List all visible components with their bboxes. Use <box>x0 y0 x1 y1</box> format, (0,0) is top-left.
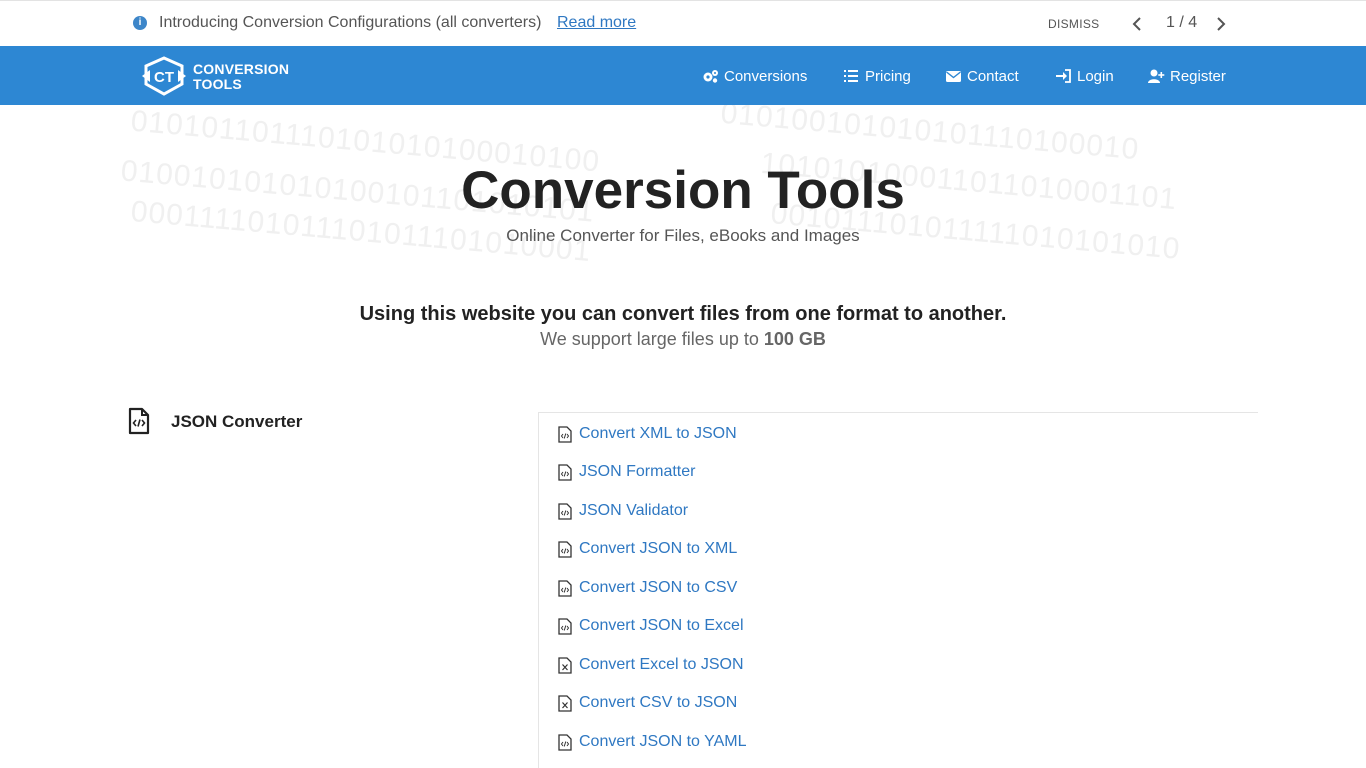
support-text: We support large files up to <box>540 329 759 349</box>
announcement-pager: 1 / 4 <box>1166 14 1198 31</box>
nav-pricing[interactable]: Pricing <box>843 66 911 86</box>
list-icon <box>844 70 858 82</box>
link-label: Convert JSON to CSV <box>579 579 738 596</box>
chevron-right-icon[interactable] <box>1214 15 1228 33</box>
link-json-validator[interactable]: JSON Validator <box>558 500 688 522</box>
link-label: Convert Excel to JSON <box>579 656 744 673</box>
user-plus-icon <box>1148 69 1165 83</box>
link-convert-xml-to-json[interactable]: Convert XML to JSON <box>558 423 737 445</box>
announcement-bar: i Introducing Conversion Configurations … <box>0 0 1366 46</box>
nav-conversions[interactable]: Conversions <box>702 66 807 86</box>
category-title: JSON Converter <box>171 412 303 431</box>
file-code-icon <box>558 617 572 635</box>
logo-text-line1: CONVERSION <box>193 61 290 77</box>
link-json-formatter[interactable]: JSON Formatter <box>558 461 695 483</box>
announcement-message: Introducing Conversion Configurations (a… <box>159 14 542 31</box>
nav-contact-label: Contact <box>967 67 1019 85</box>
nav-register[interactable]: Register <box>1148 66 1226 86</box>
file-excel-icon <box>558 656 572 674</box>
logo[interactable]: CT CONVERSION TOOLS <box>140 54 300 98</box>
file-code-icon <box>128 407 150 435</box>
dismiss-button[interactable]: DISMISS <box>1048 17 1099 31</box>
logo-text-line2: TOOLS <box>193 76 242 92</box>
svg-text:CT: CT <box>154 69 174 86</box>
link-convert-csv-to-json[interactable]: Convert CSV to JSON <box>558 692 737 714</box>
nav-login[interactable]: Login <box>1055 66 1114 86</box>
page-subtitle: Online Converter for Files, eBooks and I… <box>506 226 860 245</box>
intro-headline: Using this website you can convert files… <box>359 303 1007 325</box>
file-excel-icon <box>558 694 572 712</box>
read-more-link[interactable]: Read more <box>557 14 636 32</box>
nav-login-label: Login <box>1077 67 1114 85</box>
page-title: Conversion Tools <box>461 161 905 220</box>
converter-link-list: Convert XML to JSON JSON Formatter JSON … <box>538 412 1258 768</box>
file-code-icon <box>558 579 572 597</box>
nav-contact[interactable]: Contact <box>945 66 1019 86</box>
sign-in-icon <box>1056 69 1071 83</box>
file-code-icon <box>558 733 572 751</box>
link-label: JSON Formatter <box>579 463 696 480</box>
link-label: Convert JSON to YAML <box>579 733 747 750</box>
nav-pricing-label: Pricing <box>865 67 911 85</box>
file-code-icon <box>558 425 572 443</box>
top-navbar: CT CONVERSION TOOLS Conversions Pricing … <box>0 46 1366 105</box>
link-convert-excel-to-json[interactable]: Convert Excel to JSON <box>558 654 744 676</box>
file-code-icon <box>558 540 572 558</box>
logo-mark-icon: CT <box>142 56 186 96</box>
link-label: Convert JSON to Excel <box>579 617 744 634</box>
envelope-icon <box>946 71 961 82</box>
link-label: JSON Validator <box>579 502 689 519</box>
nav-conversions-label: Conversions <box>724 67 808 85</box>
link-label: Convert CSV to JSON <box>579 694 738 711</box>
link-label: Convert JSON to XML <box>579 540 738 557</box>
link-convert-json-to-excel[interactable]: Convert JSON to Excel <box>558 615 744 637</box>
support-line: We support large files up to 100 GB <box>0 329 1366 350</box>
nav-register-label: Register <box>1170 67 1226 85</box>
hero-section: 010101101110101010100010100 010010101010… <box>120 105 1246 275</box>
file-code-icon <box>558 502 572 520</box>
link-convert-json-to-xml[interactable]: Convert JSON to XML <box>558 538 737 560</box>
link-convert-json-to-csv[interactable]: Convert JSON to CSV <box>558 577 737 599</box>
link-label: Convert XML to JSON <box>579 425 737 442</box>
link-convert-json-to-yaml[interactable]: Convert JSON to YAML <box>558 731 746 753</box>
file-code-icon <box>558 463 572 481</box>
info-icon: i <box>133 16 147 30</box>
chevron-left-icon[interactable] <box>1130 15 1144 33</box>
support-size: 100 GB <box>763 329 826 349</box>
cogs-icon <box>703 70 718 83</box>
